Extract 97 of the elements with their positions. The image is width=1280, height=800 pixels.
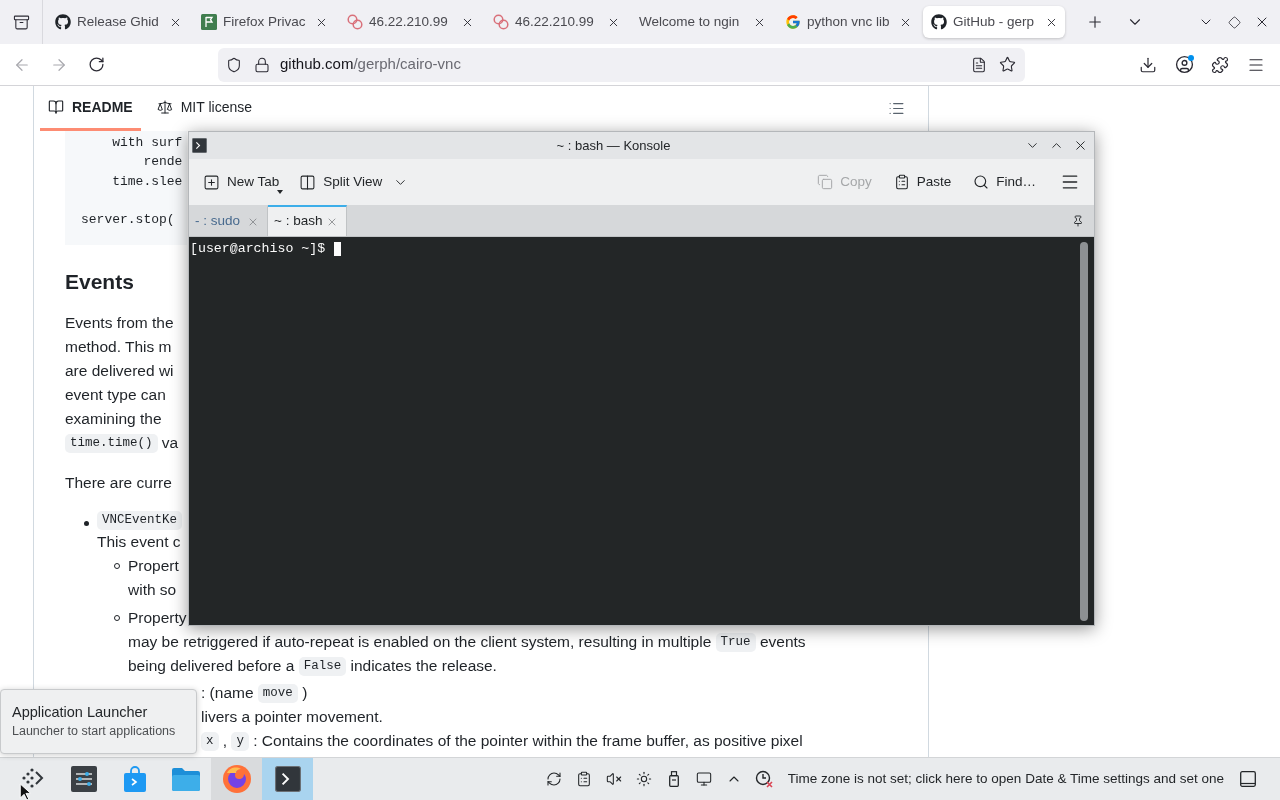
copy-icon [817, 174, 834, 190]
sliders-icon [70, 766, 97, 792]
monitor-icon [695, 771, 712, 787]
paragraph-text: There are curre [65, 473, 172, 494]
document-icon [971, 56, 987, 73]
browser-tab[interactable]: 46.22.210.99 [485, 6, 627, 38]
show-desktop-icon [1240, 771, 1256, 787]
archive-icon [12, 13, 30, 31]
inline-code: move [257, 684, 298, 703]
rings-icon [347, 14, 363, 30]
paragraph-text: Propert [128, 556, 179, 577]
text-cursor-icon [334, 241, 342, 256]
tooltip-title: Application Launcher [12, 704, 148, 721]
paragraph-text: livers a pointer movement. [201, 707, 383, 728]
paragraph-text: : Contains the coordinates of the pointer within the frame buffer, as positive pixel [252, 731, 803, 752]
section-heading: Events [65, 269, 134, 296]
list-icon [887, 100, 905, 117]
browser-tab[interactable]: Welcome to ngin [631, 6, 773, 38]
url-field[interactable]: github.com/gerph/cairo-vnc [218, 47, 1025, 82]
paragraph-text: indicates the release. [349, 656, 497, 677]
terminal-tab[interactable]: ~ : bash [268, 205, 347, 236]
browser-tab[interactable]: python vnc lib [777, 6, 919, 38]
inline-code: time.time() [65, 434, 158, 453]
shield-icon [226, 56, 242, 73]
code-line: with surf [111, 134, 183, 152]
paragraph-text: are delivered wi [65, 361, 174, 382]
shell-prompt: [user@archiso ~]$ [190, 240, 326, 257]
columns-icon [299, 173, 317, 191]
clock-alert-icon [754, 770, 773, 788]
shopping-bag-icon [122, 766, 147, 792]
diamond-icon [1227, 15, 1241, 29]
folder-icon [171, 767, 200, 791]
account-icon [1174, 55, 1194, 74]
plus-icon [1086, 13, 1104, 31]
clipboard-icon [575, 771, 592, 787]
refresh-icon [545, 771, 562, 787]
mouse-pointer-icon [19, 783, 31, 800]
rings-icon [493, 14, 509, 30]
browser-tab[interactable]: GitHub - gerp [923, 6, 1065, 38]
firefox-icon [222, 765, 251, 793]
tooltip-subtitle: Launcher to start applications [12, 724, 176, 739]
inline-code: VNCEventKe [97, 511, 182, 531]
paragraph-text: Property [128, 608, 187, 629]
paragraph-text: being delivered before a [128, 656, 296, 677]
search-icon [973, 174, 990, 190]
paragraph-text: This event c [97, 532, 181, 553]
browser-tab[interactable]: 46.22.210.99 [339, 6, 481, 38]
new-tab-button[interactable]: New Tab [197, 167, 286, 197]
find-button[interactable]: Find… [967, 167, 1042, 197]
paragraph-text: : (name [201, 683, 255, 704]
muted-speaker-icon [605, 771, 622, 787]
scrollbar[interactable] [1080, 242, 1088, 621]
pin-icon [1072, 214, 1084, 227]
paragraph-text: events [758, 632, 806, 653]
code-line: server.stop( [81, 211, 175, 230]
paragraph-text: method. This m [65, 337, 172, 358]
window-title: ~ : bash — Konsole [555, 136, 672, 155]
inline-code: y [231, 732, 249, 751]
paragraph-text: , [221, 731, 229, 752]
google-icon [785, 14, 801, 30]
browser-tab[interactable]: Release Ghid [47, 6, 189, 38]
bullet-icon [84, 521, 89, 526]
browser-tab[interactable]: Firefox Privac [193, 6, 335, 38]
paragraph-text: Events from the [65, 313, 174, 334]
readme-tab[interactable]: MIT license [148, 86, 260, 131]
github-icon [931, 14, 947, 30]
square-plus-icon [203, 173, 220, 191]
github-icon [55, 14, 71, 30]
dropdown-indicator-icon [277, 190, 284, 194]
paragraph-text: va [160, 433, 179, 454]
usb-drive-icon [668, 771, 679, 787]
reload-icon [87, 56, 105, 73]
clipboard-icon [893, 174, 910, 190]
brightness-icon [635, 771, 652, 787]
split-view-button[interactable]: Split View [293, 167, 389, 197]
scale-icon [156, 99, 173, 115]
terminal-icon [192, 138, 207, 153]
code-line: time.slee [111, 172, 183, 191]
paragraph-text: may be retriggered if auto-repeat is enabled on the client system, resulting in multiple [128, 632, 713, 653]
download-icon [1139, 55, 1157, 74]
code-line: rende [142, 153, 183, 172]
paragraph-text: event type can [65, 385, 166, 406]
terminal-icon [274, 766, 301, 792]
taskbar-app-button[interactable] [262, 758, 313, 800]
paste-button[interactable]: Paste [887, 167, 958, 197]
inline-code: False [298, 657, 347, 676]
star-icon [999, 56, 1016, 73]
inline-code: x [201, 732, 219, 751]
lock-icon [254, 56, 270, 73]
paragraph-text: with so [128, 580, 177, 601]
flag-icon [201, 14, 217, 30]
timezone-notice[interactable]: Time zone is not set; click here to open Date & Time settings and set one [787, 768, 1224, 790]
puzzle-icon [1211, 55, 1229, 74]
paragraph-text: ) [301, 683, 308, 704]
paragraph-text: examining the [65, 409, 162, 430]
inline-code: True [715, 633, 756, 652]
book-icon [48, 99, 64, 115]
